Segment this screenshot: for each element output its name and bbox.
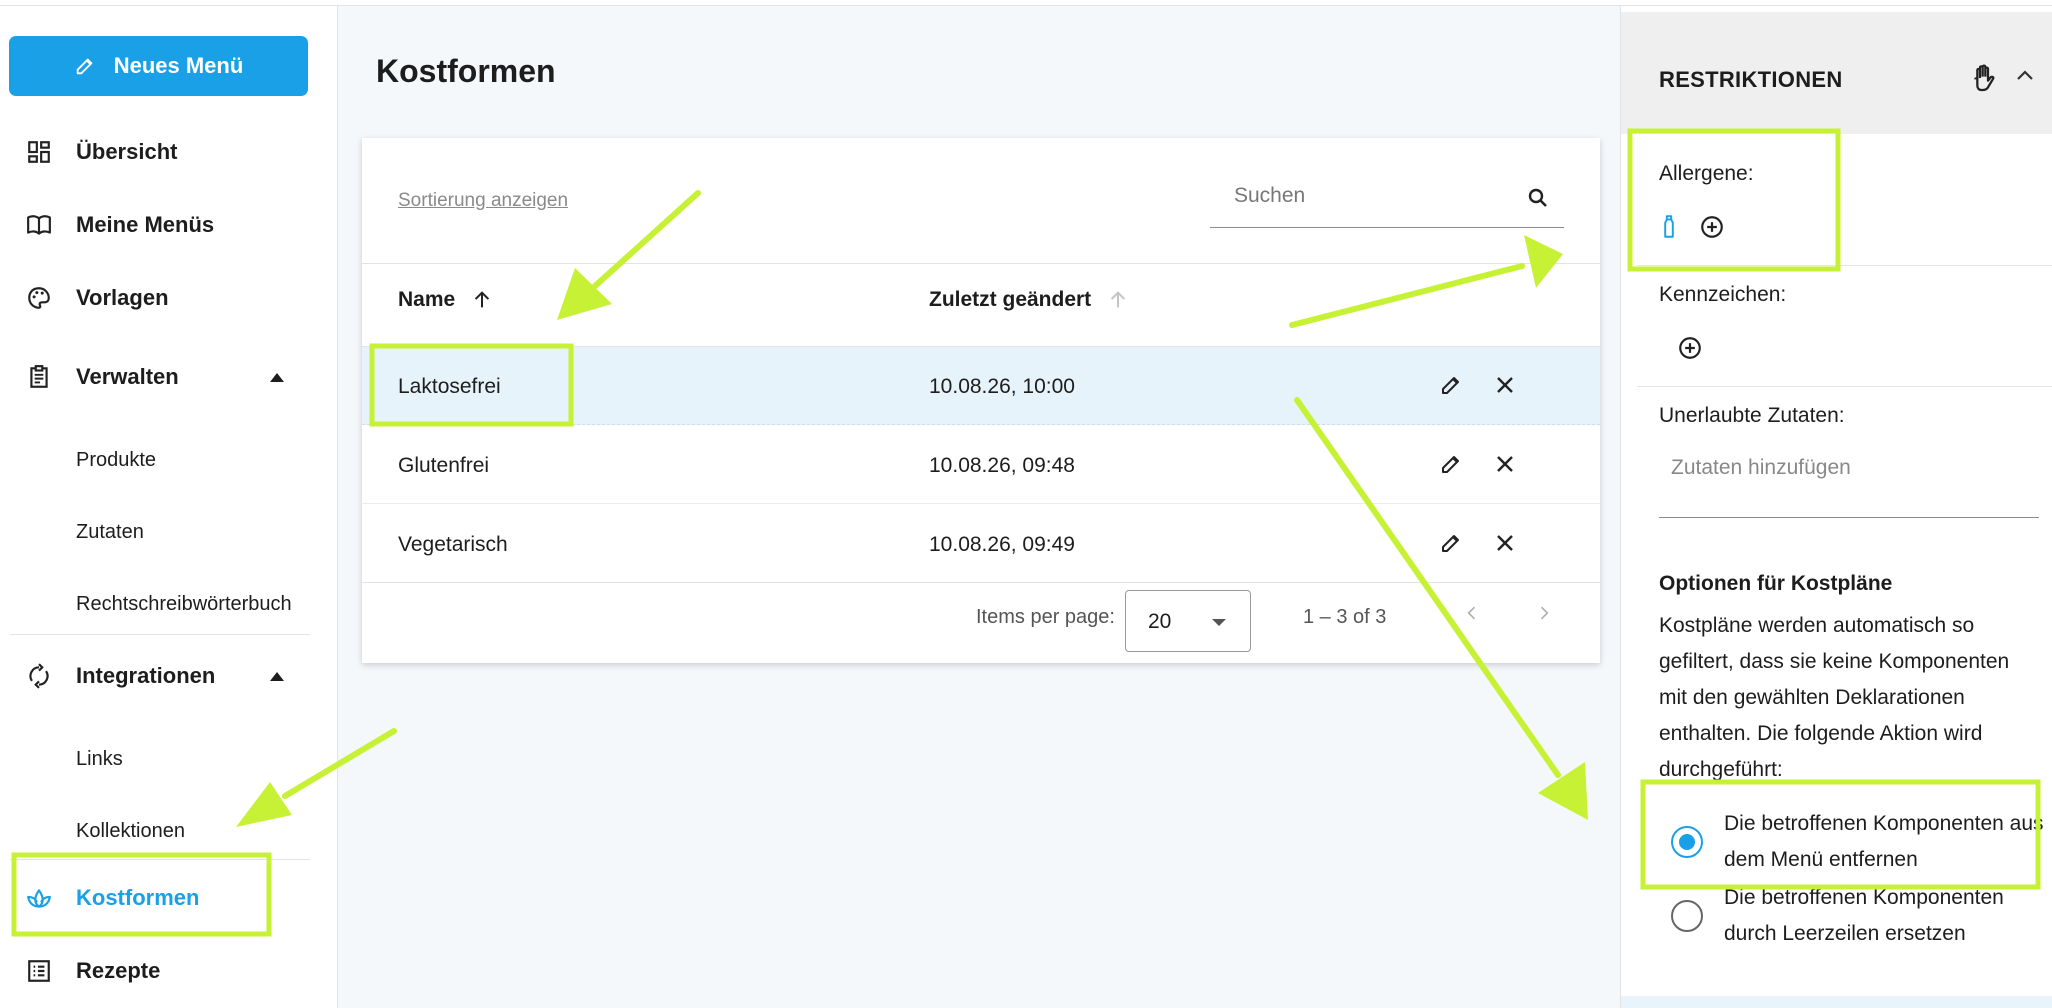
next-page-button[interactable] bbox=[1529, 598, 1559, 628]
edit-icon[interactable] bbox=[1436, 370, 1466, 400]
sidebar-subitem-kollektionen[interactable]: Kollektionen bbox=[76, 820, 185, 843]
delete-icon[interactable] bbox=[1490, 449, 1520, 479]
radio-option-remove[interactable]: Die betroffenen Komponenten aus dem Menü… bbox=[1621, 806, 2052, 878]
page-size-value: 20 bbox=[1148, 610, 1172, 633]
kennzeichen-label: Kennzeichen: bbox=[1659, 283, 1787, 306]
options-title: Optionen für Kostpläne bbox=[1659, 572, 1893, 595]
sort-arrow-up-icon bbox=[1111, 291, 1126, 308]
row-changed: 10.08.26, 10:00 bbox=[929, 375, 1075, 398]
sidebar-subitem-zutaten[interactable]: Zutaten bbox=[76, 521, 144, 544]
page-size-select[interactable]: 20 bbox=[1125, 590, 1251, 652]
sidebar-item-kostformen[interactable]: Kostformen bbox=[0, 870, 310, 926]
list-icon bbox=[24, 956, 54, 986]
book-icon bbox=[24, 210, 54, 240]
sidebar-item-label: Rezepte bbox=[76, 958, 161, 983]
previous-page-button[interactable] bbox=[1457, 598, 1487, 628]
sidebar-subitem-links[interactable]: Links bbox=[76, 748, 123, 771]
restrictions-header[interactable]: RESTRIKTIONEN bbox=[1621, 12, 2052, 134]
search-icon[interactable] bbox=[1526, 186, 1550, 210]
table-divider bbox=[362, 263, 1600, 264]
sidebar-item-meine-menus[interactable]: Meine Menüs bbox=[0, 197, 310, 253]
column-header-changed[interactable]: Zuletzt geändert bbox=[929, 288, 1129, 312]
sidebar-item-verwalten[interactable]: Verwalten bbox=[0, 349, 310, 405]
sidebar-divider bbox=[10, 859, 310, 860]
delete-icon[interactable] bbox=[1490, 370, 1520, 400]
pagination-range: 1 – 3 of 3 bbox=[1303, 606, 1387, 628]
edit-icon[interactable] bbox=[1436, 528, 1466, 558]
row-changed: 10.08.26, 09:48 bbox=[929, 454, 1075, 477]
bottle-icon[interactable] bbox=[1654, 212, 1684, 242]
new-menu-button[interactable]: Neues Menü bbox=[9, 36, 308, 96]
sidebar-item-label: Meine Menüs bbox=[76, 212, 215, 237]
zutaten-input[interactable] bbox=[1671, 450, 2021, 486]
restrictions-panel: RESTRIKTIONEN Allergene: Kennzeichen: Un… bbox=[1620, 6, 2052, 1008]
sidebar-item-uebersicht[interactable]: Übersicht bbox=[0, 124, 310, 180]
column-header-label: Zuletzt geändert bbox=[929, 288, 1092, 311]
palette-icon bbox=[24, 283, 54, 313]
new-menu-label: Neues Menü bbox=[113, 53, 244, 78]
row-changed: 10.08.26, 09:49 bbox=[929, 533, 1075, 556]
chevron-left-icon bbox=[1467, 606, 1476, 620]
clipboard-icon bbox=[24, 362, 54, 392]
restrictions-title: RESTRIKTIONEN bbox=[1659, 67, 1843, 92]
delete-icon[interactable] bbox=[1490, 528, 1520, 558]
page-title: Kostformen bbox=[376, 53, 556, 89]
sidebar-item-integrationen[interactable]: Integrationen bbox=[0, 648, 310, 704]
table-row[interactable]: Glutenfrei 10.08.26, 09:48 bbox=[362, 426, 1600, 504]
dropdown-arrow-icon bbox=[1212, 619, 1226, 626]
sidebar: Neues Menü Übersicht Meine Menüs Vorlage… bbox=[0, 6, 338, 1008]
allergene-label: Allergene: bbox=[1659, 162, 1754, 185]
sidebar-divider bbox=[10, 634, 310, 635]
items-per-page-label: Items per page: bbox=[976, 606, 1115, 628]
sidebar-item-label: Vorlagen bbox=[76, 285, 169, 310]
sidebar-subitem-produkte[interactable]: Produkte bbox=[76, 449, 156, 472]
caret-up-icon bbox=[270, 372, 284, 382]
lotus-icon bbox=[24, 883, 54, 913]
row-name: Glutenfrei bbox=[398, 454, 490, 477]
panel-divider bbox=[1637, 386, 2052, 387]
chevron-right-icon bbox=[1540, 606, 1549, 620]
add-kennzeichen-icon[interactable] bbox=[1675, 333, 1705, 363]
radio-button[interactable] bbox=[1671, 900, 1703, 932]
radio-option-label: Die betroffenen Komponenten aus dem Menü… bbox=[1724, 812, 2044, 871]
search-input[interactable] bbox=[1234, 178, 1504, 214]
search-field[interactable] bbox=[1210, 166, 1564, 228]
radio-option-replace[interactable]: Die betroffenen Komponenten durch Leerze… bbox=[1621, 880, 2052, 952]
main-content: Kostformen Sortierung anzeigen Name Zule… bbox=[338, 6, 1620, 1008]
sidebar-item-vorlagen[interactable]: Vorlagen bbox=[0, 270, 310, 326]
unerlaubte-zutaten-label: Unerlaubte Zutaten: bbox=[1659, 404, 1845, 427]
table-row[interactable]: Vegetarisch 10.08.26, 09:49 bbox=[362, 505, 1600, 583]
chevron-up-icon[interactable] bbox=[2013, 64, 2037, 88]
add-allergen-icon[interactable] bbox=[1697, 212, 1727, 242]
sort-toggle-link[interactable]: Sortierung anzeigen bbox=[398, 190, 568, 212]
radio-button-selected[interactable] bbox=[1671, 826, 1703, 858]
sync-icon bbox=[24, 661, 54, 691]
options-description: Kostpläne werden automatisch so gefilter… bbox=[1659, 614, 2010, 781]
sidebar-subitem-woerterbuch[interactable]: Rechtschreibwörterbuch bbox=[76, 593, 292, 616]
sidebar-item-rezepte[interactable]: Rezepte bbox=[0, 943, 310, 999]
row-name: Vegetarisch bbox=[398, 533, 508, 556]
panel-divider bbox=[1637, 265, 2052, 266]
sort-arrow-up-icon bbox=[475, 291, 490, 308]
caret-up-icon bbox=[270, 671, 284, 681]
column-header-name[interactable]: Name bbox=[398, 288, 493, 312]
zutaten-field[interactable] bbox=[1659, 440, 2039, 518]
radio-option-label: Die betroffenen Komponenten durch Leerze… bbox=[1724, 886, 2004, 945]
edit-icon[interactable] bbox=[1436, 449, 1466, 479]
dashboard-icon bbox=[24, 137, 54, 167]
sidebar-item-label: Integrationen bbox=[76, 663, 216, 688]
panel-footer bbox=[1621, 996, 2052, 1008]
table-row[interactable]: Laktosefrei 10.08.26, 10:00 bbox=[362, 347, 1600, 425]
sidebar-item-label: Übersicht bbox=[76, 139, 178, 164]
column-header-label: Name bbox=[398, 288, 456, 311]
sidebar-item-label: Verwalten bbox=[76, 364, 179, 389]
pencil-icon bbox=[76, 58, 93, 75]
sidebar-item-label: Kostformen bbox=[76, 885, 200, 910]
table-card: Sortierung anzeigen Name Zuletzt geänder… bbox=[362, 138, 1600, 663]
hand-icon[interactable] bbox=[1968, 62, 2000, 94]
row-name: Laktosefrei bbox=[398, 375, 501, 398]
